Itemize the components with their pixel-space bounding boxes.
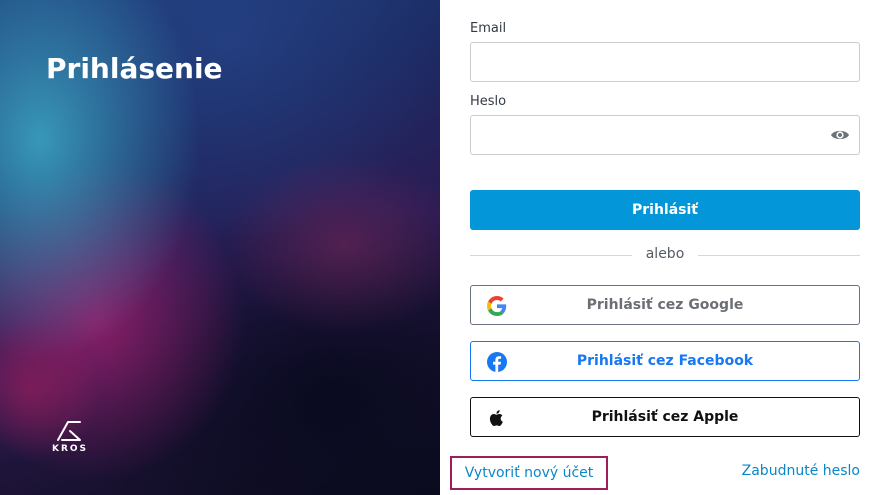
login-button[interactable]: Prihlásiť <box>470 190 860 230</box>
facebook-login-label: Prihlásiť cez Facebook <box>576 353 754 369</box>
facebook-icon <box>487 352 507 372</box>
or-divider: alebo <box>470 245 860 265</box>
kros-logo: KROS <box>52 420 92 460</box>
kros-logo-icon <box>57 421 81 441</box>
apple-login-label: Prihlásiť cez Apple <box>591 409 739 425</box>
google-icon <box>487 296 507 316</box>
page-title: Prihlásenie <box>46 52 223 85</box>
apple-login-button[interactable]: Prihlásiť cez Apple <box>470 397 860 437</box>
hero-panel: Prihlásenie KROS <box>0 0 440 495</box>
divider-text: alebo <box>645 246 685 262</box>
forgot-password-link[interactable]: Zabudnuté heslo <box>742 463 860 479</box>
eye-icon[interactable] <box>830 127 852 143</box>
create-account-link[interactable]: Vytvoriť nový účet <box>450 456 608 490</box>
google-login-label: Prihlásiť cez Google <box>586 297 744 313</box>
password-label: Heslo <box>470 94 507 109</box>
kros-logo-text: KROS <box>52 444 89 454</box>
facebook-login-button[interactable]: Prihlásiť cez Facebook <box>470 341 860 381</box>
email-field[interactable] <box>470 42 860 82</box>
login-form: Email Heslo Prihlásiť alebo Prihlásiť ce… <box>470 0 860 495</box>
google-login-button[interactable]: Prihlásiť cez Google <box>470 285 860 325</box>
divider-line-right <box>698 255 860 256</box>
email-label: Email <box>470 21 507 36</box>
password-field[interactable] <box>470 115 860 155</box>
apple-icon <box>487 408 507 428</box>
